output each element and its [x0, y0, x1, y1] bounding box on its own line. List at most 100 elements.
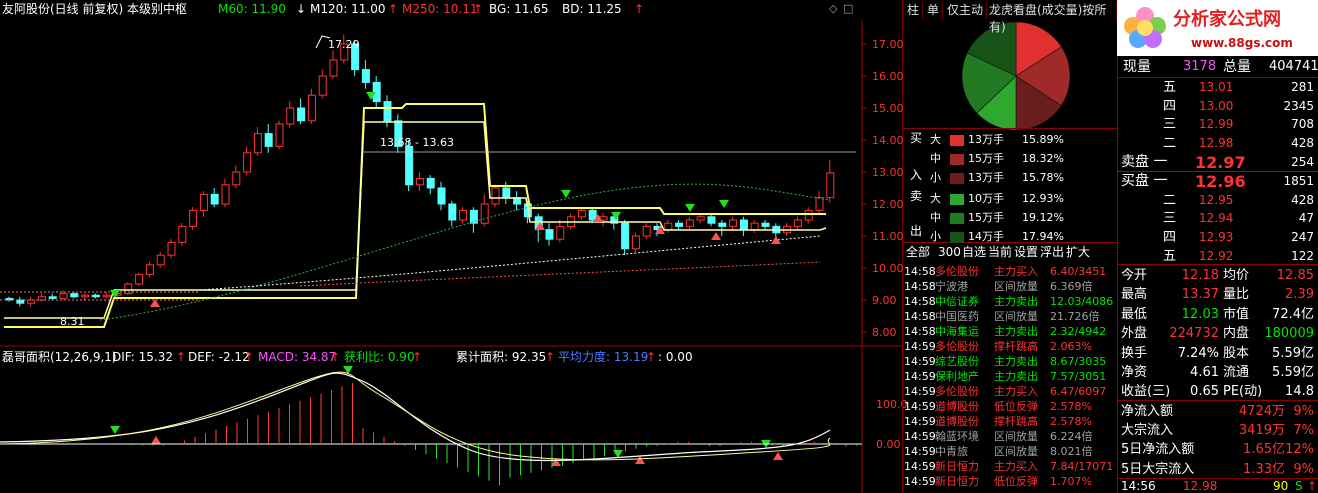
tick-row[interactable]: 14:58 中海集运 主力卖出 2.32/4942 — [902, 324, 1117, 339]
tick-name: 多伦股份 — [935, 385, 979, 398]
filter-1[interactable]: 300 — [938, 245, 961, 259]
tick-row[interactable]: 14:59 道博股份 撑杆跳高 2.578% — [902, 414, 1117, 429]
filter-0[interactable]: 全部 — [906, 245, 930, 259]
level-volume: 122 — [1291, 248, 1314, 263]
candle-body — [91, 294, 100, 298]
size-label: 大 — [930, 192, 941, 205]
filter-3[interactable]: 当前 — [988, 245, 1012, 259]
bid-row[interactable]: 二 12.95 428 — [1117, 191, 1318, 210]
last-trade-time: 14:56 — [1121, 479, 1156, 493]
kline-chart[interactable] — [0, 0, 902, 493]
tick-type: 主力卖出 — [994, 355, 1038, 368]
flow-percent: 7% — [1293, 423, 1314, 439]
square-icon[interactable]: □ — [843, 2, 853, 16]
tab-1[interactable]: 单 — [924, 2, 944, 19]
tick-value: 8.67/3035 — [1050, 355, 1107, 368]
bid-row[interactable]: 三 12.94 47 — [1117, 209, 1318, 228]
candle-body — [210, 193, 219, 205]
buy-sell-row: 大 13万手 15.89% — [902, 131, 1117, 149]
color-swatch — [950, 232, 964, 243]
price-axis-label: 12.00 — [872, 198, 904, 211]
candle-body — [793, 219, 802, 227]
zongliang-value: 404741 — [1269, 59, 1318, 74]
tick-row[interactable]: 14:59 中青旅 区间放量 8.021倍 — [902, 444, 1117, 459]
candle-body — [577, 209, 586, 218]
tick-row[interactable]: 14:59 综艺股份 主力卖出 8.67/3035 — [902, 354, 1117, 369]
range-annotation: 13.68 - 13.63 — [380, 136, 454, 149]
tick-row[interactable]: 14:59 保利地产 主力卖出 7.57/3051 — [902, 369, 1117, 384]
chart-title: 友阿股份(日线 前复权) 本级别中枢 — [2, 2, 187, 16]
tick-row[interactable]: 14:58 中信证券 主力卖出 12.03/4086 — [902, 294, 1117, 309]
logo-url: www.88gs.com — [1191, 36, 1293, 50]
flow-value: 1.65亿 — [1243, 442, 1285, 458]
ask-row[interactable]: 四 13.00 2345 — [1117, 97, 1318, 116]
color-swatch — [950, 135, 964, 146]
buy-sell-row: 中 15万手 19.12% — [902, 209, 1117, 227]
tick-type: 区间放量 — [994, 280, 1038, 293]
flow-label: 5日净流入额 — [1121, 442, 1195, 458]
size-label: 中 — [930, 152, 941, 165]
logo: 分析家公式网 www.88gs.com — [1117, 0, 1318, 56]
candle-body — [480, 203, 489, 224]
bid-row[interactable]: 买盘 一 12.96 1851 — [1117, 172, 1318, 191]
tab-0[interactable]: 柱 — [904, 2, 924, 19]
candle-body — [167, 241, 176, 256]
dif-arrow: ↑ — [176, 350, 187, 364]
ask-row[interactable]: 五 13.01 281 — [1117, 78, 1318, 97]
volume: 15万手 — [968, 152, 1004, 165]
level-label: 五 — [1163, 248, 1177, 264]
tick-time: 14:58 — [904, 325, 936, 338]
filter-5[interactable]: 浮出 — [1040, 245, 1064, 259]
price-axis-label: 8.00 — [872, 326, 897, 339]
flow-percent: 9% — [1293, 404, 1314, 419]
level-label: 二 — [1163, 136, 1177, 152]
tick-row[interactable]: 14:59 新日恒力 低位反弹 1.707% — [902, 474, 1117, 489]
ask-row[interactable]: 卖盘 一 12.97 254 — [1117, 153, 1318, 172]
tab-2[interactable]: 仅主动 — [944, 2, 988, 19]
level-price: 13.01 — [1199, 80, 1234, 94]
tick-type: 主力卖出 — [994, 295, 1038, 308]
bid-row[interactable]: 五 12.92 122 — [1117, 247, 1318, 266]
candle-body — [729, 219, 738, 227]
tick-row[interactable]: 14:59 道博股份 低位反弹 2.578% — [902, 399, 1117, 414]
tick-name: 新日恒力 — [935, 460, 979, 473]
flow-percent: 9% — [1293, 461, 1314, 477]
candle-body — [459, 209, 468, 221]
last-trade-price: 12.98 — [1183, 479, 1218, 493]
filter-2[interactable]: 自选 — [962, 245, 986, 259]
m250-label: M250: 10.11 — [402, 2, 478, 16]
level-label: 三 — [1163, 211, 1177, 227]
tick-name: 多伦股份 — [935, 265, 979, 278]
tick-time: 14:59 — [904, 445, 936, 458]
tick-row[interactable]: 14:58 多伦股份 主力买入 6.40/3451 — [902, 264, 1117, 279]
tick-value: 21.726倍 — [1050, 310, 1100, 323]
ask-row[interactable]: 二 12.98 428 — [1117, 134, 1318, 153]
tick-type: 区间放量 — [994, 310, 1038, 323]
ma60-line — [99, 183, 831, 321]
size-label: 中 — [930, 211, 941, 224]
bid-row[interactable]: 四 12.93 247 — [1117, 228, 1318, 247]
percent: 15.89% — [1022, 133, 1064, 146]
m120-arrow: ↑ — [388, 2, 399, 16]
tick-row[interactable]: 14:59 新日恒力 主力买入 7.84/17071 — [902, 459, 1117, 474]
tick-row[interactable]: 14:59 多伦股份 主力买入 6.47/6097 — [902, 384, 1117, 399]
m60-arrow: ↓ — [296, 2, 307, 16]
avg-label: 平均力度: 13.19 — [558, 350, 649, 364]
last-trade: 14:56 12.98 90 S ↑ — [1117, 479, 1318, 493]
ask-row[interactable]: 三 12.99 708 — [1117, 115, 1318, 134]
tick-row[interactable]: 14:58 宁波港 区间放量 6.369倍 — [902, 279, 1117, 294]
level-label: 四 — [1163, 230, 1177, 246]
diamond-icon[interactable]: ◇ — [829, 2, 837, 16]
candle-body — [221, 184, 230, 205]
tab-3[interactable]: 龙虎看盘(成交量)按所有) — [986, 2, 1117, 34]
filter-4[interactable]: 设置 — [1014, 245, 1038, 259]
filter-6[interactable]: 扩大 — [1066, 245, 1090, 259]
tick-value: 2.578% — [1050, 415, 1092, 428]
volume: 10万手 — [968, 192, 1004, 205]
candle-body — [491, 187, 500, 205]
tick-row[interactable]: 14:59 翰蓝环境 区间放量 6.224倍 — [902, 429, 1117, 444]
candle-body — [707, 216, 716, 224]
flow-value: 3419万 — [1238, 423, 1285, 439]
tick-row[interactable]: 14:58 中国医药 区间放量 21.726倍 — [902, 309, 1117, 324]
tick-row[interactable]: 14:59 多伦股份 撑杆跳高 2.063% — [902, 339, 1117, 354]
